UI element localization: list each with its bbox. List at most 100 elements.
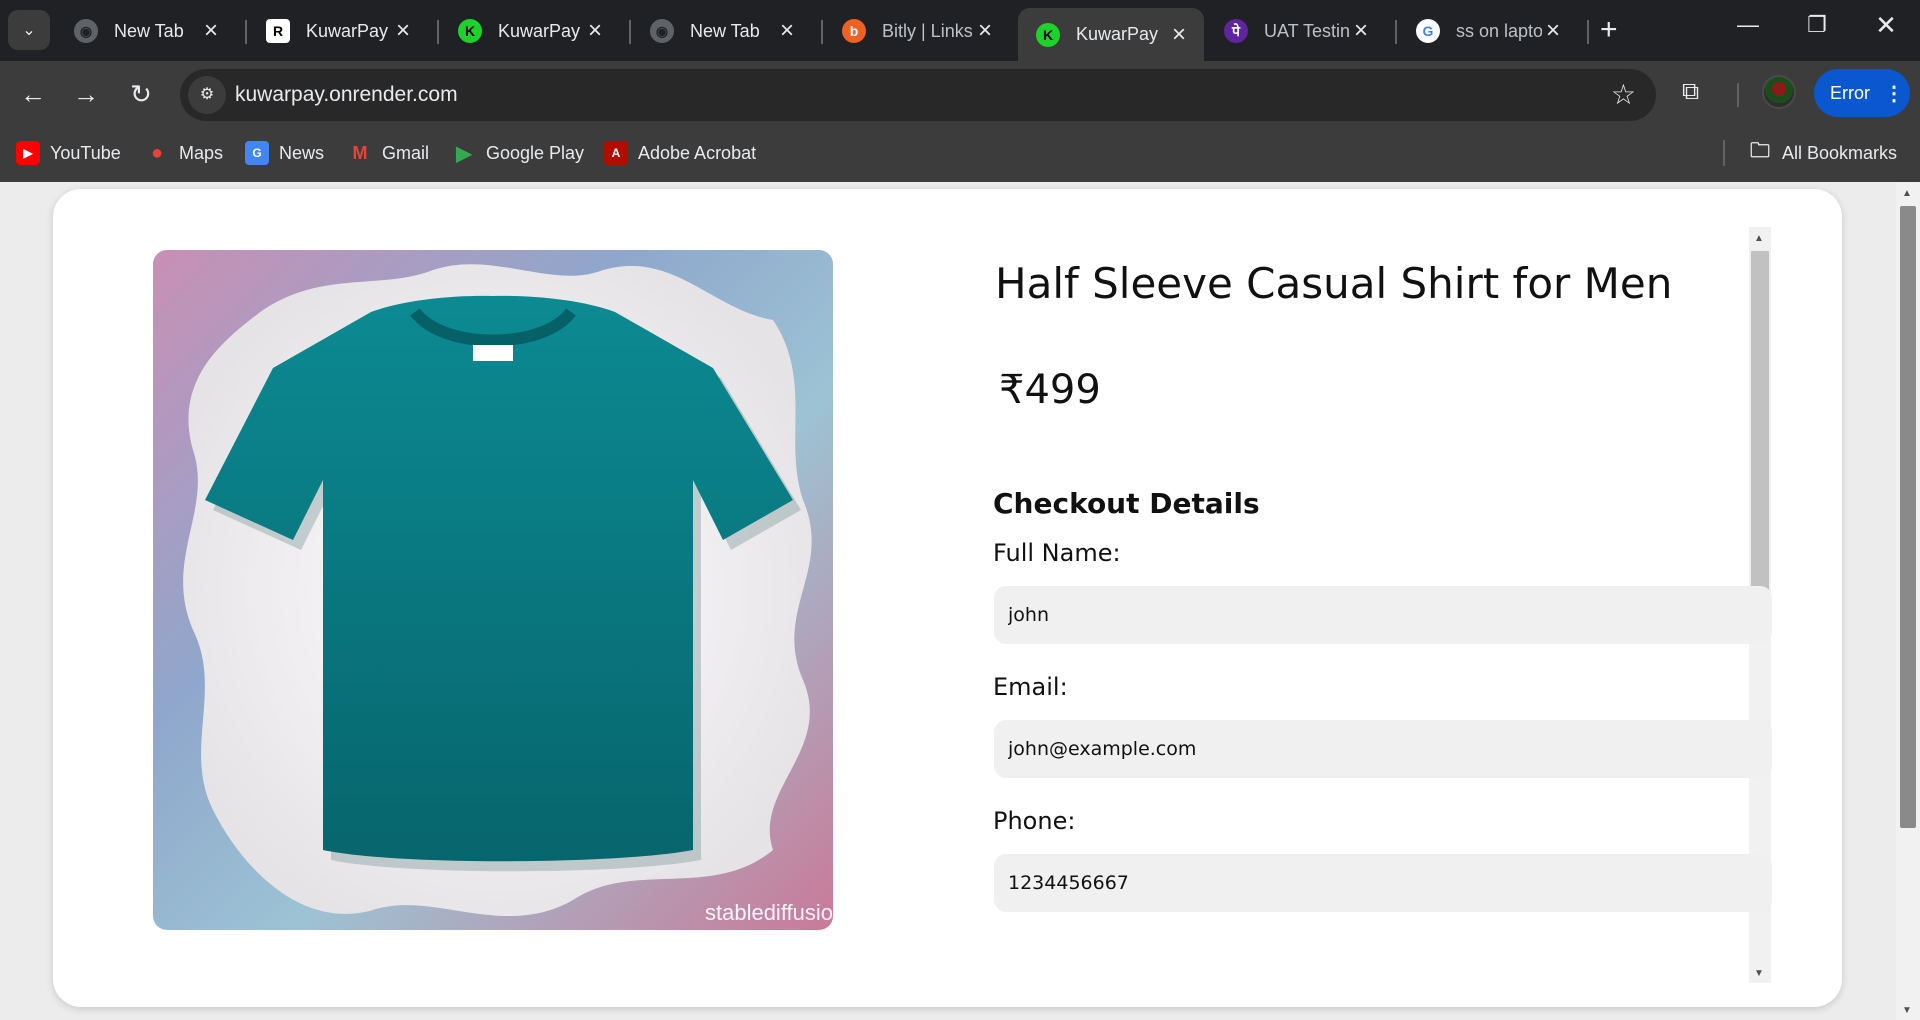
scroll-up-icon[interactable]: ▲ — [1902, 188, 1912, 199]
scroll-down-icon[interactable]: ▼ — [1902, 1005, 1912, 1016]
page-scroll-thumb[interactable] — [1900, 206, 1916, 828]
product-price: ₹499 — [999, 367, 1101, 413]
tab-uat-testing[interactable]: पे UAT Testing × — [1206, 8, 1386, 54]
close-icon[interactable]: × — [974, 19, 996, 43]
back-arrow-icon[interactable]: ← — [16, 77, 50, 111]
tab-divider — [629, 20, 631, 44]
bookmark-news[interactable]: G News — [245, 141, 324, 165]
product-title: Half Sleeve Casual Shirt for Men — [995, 259, 1673, 308]
tab-divider — [437, 20, 439, 44]
close-icon[interactable]: × — [1542, 19, 1564, 43]
extensions-puzzle-icon[interactable]: ⧉ — [1682, 78, 1699, 106]
all-bookmarks-button[interactable]: 🗀 All Bookmarks — [1748, 140, 1898, 165]
bookmark-youtube[interactable]: ▶ YouTube — [16, 141, 121, 165]
close-icon[interactable]: × — [200, 19, 222, 43]
bookmarks-bar: ▶ YouTube ● Maps G News M Gmail ▶ Google… — [0, 127, 1920, 182]
toolbar-divider — [1737, 83, 1739, 107]
chevron-down-icon: ⌄ — [22, 22, 36, 39]
tab-google-search[interactable]: G ss on laptop × — [1398, 8, 1578, 54]
page-scrollbar[interactable]: ▲ ▼ — [1896, 182, 1920, 1020]
error-label: Error — [1830, 82, 1870, 103]
bookmark-label: YouTube — [50, 142, 121, 163]
tab-title: KuwarPay — [498, 20, 581, 41]
news-icon: G — [245, 141, 269, 165]
bitly-icon: b — [842, 19, 866, 43]
bookmarks-divider — [1723, 140, 1725, 166]
bookmark-adobe-acrobat[interactable]: A Adobe Acrobat — [604, 141, 756, 165]
image-watermark: stablediffusio — [704, 900, 833, 925]
tab-kuwarpay-active[interactable]: K KuwarPay × — [1018, 8, 1204, 61]
acrobat-icon: A — [604, 141, 628, 165]
url-text[interactable]: kuwarpay.onrender.com — [235, 83, 458, 107]
tab-bitly[interactable]: b Bitly | Links × — [824, 8, 1010, 54]
close-icon[interactable]: × — [1350, 19, 1372, 43]
gmail-icon: M — [352, 142, 368, 163]
tab-new-tab-2[interactable]: ◉ New Tab × — [632, 8, 812, 54]
forward-arrow-icon[interactable]: → — [69, 77, 103, 111]
bookmark-star-icon[interactable]: ☆ — [1611, 78, 1636, 111]
product-image: stablediffusio — [153, 250, 833, 930]
close-icon[interactable]: × — [1168, 22, 1190, 46]
tab-kuwarpay-2[interactable]: K KuwarPay × — [440, 8, 620, 54]
profile-error-button[interactable]: Error ⋮ — [1814, 69, 1910, 117]
chrome-icon: ◉ — [74, 19, 98, 43]
checkout-heading: Checkout Details — [993, 487, 1260, 520]
restore-icon[interactable]: ❐ — [1797, 12, 1837, 38]
teal-tshirt-image — [183, 264, 812, 917]
youtube-icon: ▶ — [16, 141, 40, 165]
phonepe-icon: पे — [1224, 19, 1248, 43]
bookmark-label: Gmail — [382, 142, 430, 163]
browser-chrome: ⌄ ◉ New Tab × R KuwarPay × K KuwarPay × … — [0, 0, 1920, 182]
window-close-icon[interactable]: ✕ — [1866, 10, 1906, 41]
email-input[interactable] — [994, 720, 1772, 778]
tab-divider — [245, 20, 247, 44]
bookmark-maps[interactable]: ● Maps — [145, 141, 223, 165]
close-icon[interactable]: × — [392, 19, 414, 43]
phone-input[interactable] — [994, 854, 1772, 912]
bookmark-label: News — [279, 142, 325, 163]
render-icon: R — [266, 19, 290, 43]
email-label: Email: — [993, 673, 1068, 701]
bookmark-gmail[interactable]: M Gmail — [348, 141, 430, 165]
bookmark-label: Maps — [179, 142, 224, 163]
tab-divider — [1395, 20, 1397, 44]
minimize-icon[interactable]: — — [1728, 12, 1768, 38]
kuwarpay-icon: K — [1036, 22, 1060, 47]
page-viewport: stablediffusio ▲ ▼ Half Sleeve Casual Sh… — [0, 182, 1920, 1020]
bookmark-google-play[interactable]: ▶ Google Play — [452, 141, 584, 165]
tab-new-tab-1[interactable]: ◉ New Tab × — [56, 8, 236, 54]
kuwarpay-icon: K — [458, 19, 482, 43]
tab-title: Bitly | Links — [882, 20, 973, 41]
close-icon[interactable]: × — [584, 19, 606, 43]
checkout-panel: Half Sleeve Casual Shirt for Men ₹499 Ch… — [913, 219, 1813, 979]
bookmark-label: Google Play — [486, 142, 585, 163]
reload-icon[interactable]: ↻ — [124, 77, 158, 111]
tab-search-button[interactable]: ⌄ — [8, 10, 50, 50]
all-bookmarks-label: All Bookmarks — [1782, 142, 1898, 163]
tab-title: UAT Testing — [1264, 20, 1350, 41]
chrome-icon: ◉ — [650, 19, 674, 43]
full-name-input[interactable] — [994, 586, 1772, 644]
browser-toolbar: ← → ↻ ⚙ kuwarpay.onrender.com ☆ ⧉ Error … — [0, 61, 1920, 127]
tab-title: New Tab — [114, 20, 184, 41]
maps-icon: ● — [150, 141, 164, 164]
full-name-label: Full Name: — [993, 539, 1121, 567]
tab-title: KuwarPay — [306, 20, 389, 41]
profile-avatar[interactable] — [1762, 75, 1796, 109]
tab-strip: ⌄ ◉ New Tab × R KuwarPay × K KuwarPay × … — [0, 0, 1920, 61]
address-bar[interactable]: ⚙ kuwarpay.onrender.com ☆ — [180, 69, 1656, 121]
new-tab-plus-icon[interactable]: + — [1600, 14, 1618, 46]
google-icon: G — [1416, 19, 1440, 43]
tab-divider — [821, 20, 823, 44]
folder-icon: 🗀 — [1750, 140, 1770, 162]
phone-label: Phone: — [993, 807, 1076, 835]
product-card: stablediffusio ▲ ▼ Half Sleeve Casual Sh… — [53, 189, 1842, 1007]
tab-kuwarpay-render[interactable]: R KuwarPay × — [248, 8, 428, 54]
bookmark-label: Adobe Acrobat — [638, 142, 757, 163]
tab-title: ss on laptop — [1456, 20, 1542, 41]
kebab-menu-icon: ⋮ — [1884, 82, 1904, 105]
tab-title: New Tab — [690, 20, 760, 41]
close-icon[interactable]: × — [776, 19, 798, 43]
site-info-icon[interactable]: ⚙ — [188, 76, 226, 114]
play-icon: ▶ — [456, 142, 472, 165]
